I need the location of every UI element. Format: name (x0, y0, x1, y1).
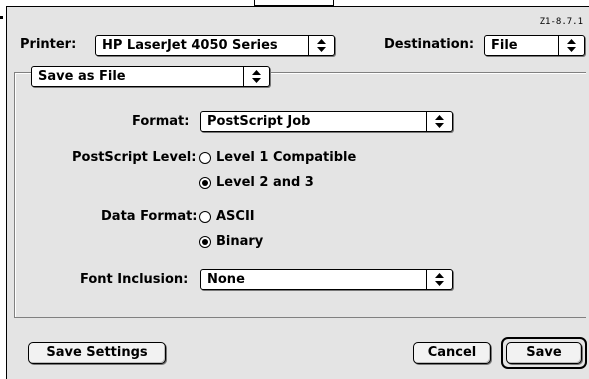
printer-popup-value: HP LaserJet 4050 Series (102, 38, 278, 53)
radio-button-on[interactable] (199, 176, 211, 189)
radio-label: Binary (216, 234, 264, 249)
radio-binary[interactable]: Binary (199, 234, 263, 249)
version-label: Z1-8.7.1 (539, 17, 583, 27)
postscript-level-label: PostScript Level: (72, 150, 197, 165)
destination-popup-value: File (491, 38, 518, 53)
radio-ascii[interactable]: ASCII (199, 209, 255, 224)
cancel-button[interactable]: Cancel (413, 342, 491, 364)
destination-popup[interactable]: File (484, 35, 585, 56)
radio-label: Level 1 Compatible (216, 150, 357, 165)
radio-label: ASCII (216, 209, 255, 224)
up-down-arrows-icon (243, 67, 269, 86)
up-down-arrows-icon (558, 36, 584, 55)
font-inclusion-popup[interactable]: None (200, 269, 453, 290)
printer-popup[interactable]: HP LaserJet 4050 Series (95, 35, 335, 56)
radio-level-2-3[interactable]: Level 2 and 3 (199, 175, 314, 190)
printer-label: Printer: (20, 37, 77, 52)
format-label: Format: (132, 114, 190, 129)
save-button[interactable]: Save (506, 342, 582, 364)
font-inclusion-label: Font Inclusion: (80, 272, 189, 287)
panel-popup-value: Save as File (38, 69, 126, 84)
radio-button-on[interactable] (199, 235, 211, 248)
up-down-arrows-icon (426, 112, 452, 131)
format-popup[interactable]: PostScript Job (200, 111, 453, 132)
font-inclusion-popup-value: None (207, 272, 245, 287)
radio-level-1[interactable]: Level 1 Compatible (199, 150, 356, 165)
radio-label: Level 2 and 3 (216, 175, 314, 190)
radio-button-off[interactable] (199, 151, 211, 164)
window-edge-mark (0, 16, 3, 19)
radio-button-off[interactable] (199, 210, 211, 223)
save-settings-button[interactable]: Save Settings (28, 342, 166, 364)
format-popup-value: PostScript Job (207, 114, 311, 129)
data-format-label: Data Format: (101, 209, 198, 224)
up-down-arrows-icon (426, 270, 452, 289)
panel-popup[interactable]: Save as File (31, 66, 270, 87)
up-down-arrows-icon (308, 36, 334, 55)
destination-label: Destination: (384, 37, 475, 52)
